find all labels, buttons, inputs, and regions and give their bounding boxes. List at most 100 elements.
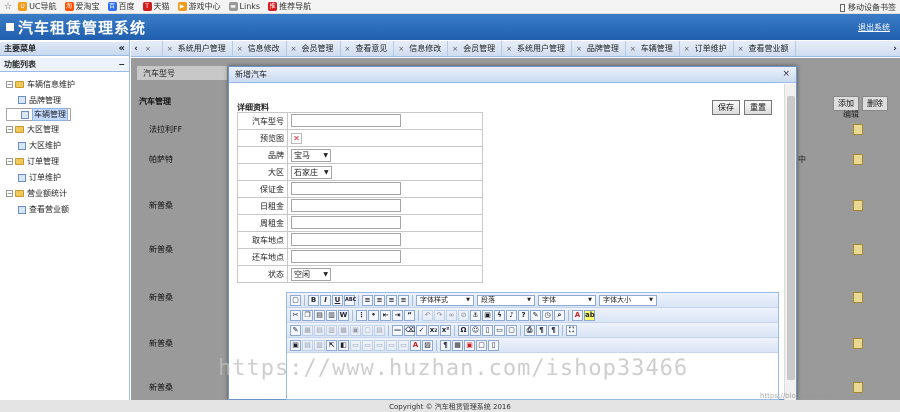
ltr-icon[interactable]: ¶ (536, 324, 547, 336)
table-split-icon[interactable]: ▢ (362, 324, 373, 336)
minus-icon[interactable]: − (6, 158, 13, 165)
style-props-icon[interactable]: ▭ (350, 339, 361, 351)
new-doc-icon[interactable]: ▯ (488, 339, 499, 351)
cut-icon[interactable]: ✂ (290, 309, 301, 321)
flash-icon[interactable]: ϟ (494, 309, 505, 321)
tab-system-user-2[interactable]: × 系统用户管理 (502, 41, 572, 56)
paragraph-dropdown[interactable]: 段落 ▼ (477, 294, 535, 306)
model-input[interactable] (291, 113, 401, 127)
tab-scroll-right-icon[interactable]: › (890, 41, 900, 56)
abs-icon[interactable]: ⇱ (326, 339, 337, 351)
tree-node-region[interactable]: − 大区管理 (6, 122, 129, 138)
text-color-icon[interactable]: A (572, 309, 583, 321)
tab-system-user[interactable]: × 系统用户管理 (163, 41, 233, 56)
attributes-icon[interactable]: ▨ (422, 339, 433, 351)
table-col-icon[interactable]: ▥ (326, 324, 337, 336)
brand-select[interactable]: 宝马 ▼ (291, 148, 331, 162)
tab-member[interactable]: × 会员管理 (287, 41, 341, 56)
close-icon[interactable]: × (506, 45, 512, 53)
media-icon[interactable]: ♪ (506, 309, 517, 321)
align-left-icon[interactable]: ≡ (362, 294, 373, 306)
close-icon[interactable]: × (291, 45, 297, 53)
tab-scroll-left-icon[interactable]: ‹ (131, 41, 141, 56)
close-icon[interactable]: × (345, 45, 351, 53)
edit-icon[interactable] (853, 338, 863, 349)
blockquote-icon[interactable]: “ (404, 309, 415, 321)
visual-aid-icon[interactable]: ◧ (338, 339, 349, 351)
bookmark-tmall[interactable]: T 天猫 (142, 1, 170, 12)
table-row-icon[interactable]: ▤ (314, 324, 325, 336)
align-center-icon[interactable]: ≡ (374, 294, 385, 306)
pre-icon[interactable]: ▭ (494, 324, 505, 336)
tree-leaf-region-maintain[interactable]: 大区维护 (6, 138, 129, 154)
reset-button[interactable]: 重置 (744, 100, 772, 115)
tree-leaf-order-maintain[interactable]: 订单维护 (6, 170, 129, 186)
close-icon[interactable]: × (576, 45, 582, 53)
emoticon-icon[interactable]: ☺ (470, 324, 481, 336)
superscript-icon[interactable]: x² (440, 324, 451, 336)
dialog-scrollbar[interactable] (784, 84, 796, 401)
tree-leaf-vehicle[interactable]: 车辆管理 (6, 108, 71, 121)
close-icon[interactable]: × (684, 45, 690, 53)
edit-icon[interactable] (853, 154, 863, 165)
select-all-icon[interactable]: ▣ (290, 339, 301, 351)
tab-brand[interactable]: × 品牌管理 (572, 41, 626, 56)
close-icon[interactable]: × (452, 45, 458, 53)
edit-icon[interactable]: ✎ (290, 324, 301, 336)
close-icon[interactable]: × (167, 45, 173, 53)
redo-icon[interactable]: ↷ (434, 309, 445, 321)
font-color-icon[interactable]: A (410, 339, 421, 351)
cite-icon[interactable]: ▭ (362, 339, 373, 351)
table-delete-icon[interactable]: ▤ (374, 324, 385, 336)
preview-icon[interactable]: ▣ (464, 339, 475, 351)
tree-node-orders[interactable]: − 订单管理 (6, 154, 129, 170)
edit-icon[interactable] (853, 382, 863, 393)
position-icon[interactable]: ▥ (314, 339, 325, 351)
link-icon[interactable]: ∞ (446, 309, 457, 321)
edit-icon[interactable] (853, 200, 863, 211)
rtl-icon[interactable]: ¶ (548, 324, 559, 336)
weekly-rent-input[interactable] (291, 215, 401, 229)
mobile-bookmarks[interactable]: 移动设备书签 (840, 2, 896, 13)
paragraph-mark-icon[interactable]: ¶ (440, 339, 451, 351)
deposit-input[interactable] (291, 181, 401, 195)
align-right-icon[interactable]: ≡ (386, 294, 397, 306)
tab-info-edit-2[interactable]: × 信息修改 (394, 41, 449, 56)
delete-button[interactable]: 删除 (862, 96, 888, 111)
indent-icon[interactable]: ⇥ (392, 309, 403, 321)
minus-icon[interactable]: − (6, 126, 13, 133)
unlink-icon[interactable]: ⊘ (458, 309, 469, 321)
underline-icon[interactable]: U (332, 294, 343, 306)
highlight-color-icon[interactable]: ab (584, 309, 595, 321)
acronym-icon[interactable]: ▭ (386, 339, 397, 351)
tab-vehicle[interactable]: × 车辆管理 (626, 41, 680, 56)
html-icon[interactable]: ✎ (530, 309, 541, 321)
tab-order[interactable]: × 订单维护 (680, 41, 734, 56)
tab-feedback[interactable]: × 查看意见 (341, 41, 395, 56)
layer-icon[interactable]: ▤ (302, 339, 313, 351)
close-icon[interactable]: × (738, 45, 744, 53)
logout-link[interactable]: 退出系统 (858, 22, 890, 33)
close-icon[interactable]: × (145, 45, 151, 53)
time-icon[interactable]: ◷ (542, 309, 553, 321)
image-icon[interactable]: ▣ (482, 309, 493, 321)
bookmark-taobao[interactable]: 淘爱淘宝 (64, 1, 100, 12)
bookmark-links[interactable]: ▬ Links (228, 2, 260, 11)
tree-leaf-view-revenue[interactable]: 查看营业额 (6, 202, 129, 218)
bookmark-uc[interactable]: U UC导航 (18, 1, 57, 12)
tab-close-partial[interactable]: × (141, 41, 163, 56)
blank-icon[interactable]: ▢ (476, 339, 487, 351)
bookmark-game[interactable]: ▶ 游戏中心 (177, 1, 221, 12)
minus-icon[interactable]: − (6, 80, 13, 88)
function-list-toggle[interactable]: − (118, 60, 125, 69)
page-break-icon[interactable]: ▯ (482, 324, 493, 336)
close-icon[interactable]: × (237, 45, 243, 53)
tab-info-edit[interactable]: × 信息修改 (233, 41, 287, 56)
minus-icon[interactable]: − (6, 190, 13, 197)
tab-member-2[interactable]: × 会员管理 (448, 41, 503, 56)
outdent-icon[interactable]: ⇤ (380, 309, 391, 321)
ordered-list-icon[interactable]: ⋮ (356, 309, 367, 321)
pickup-input[interactable] (291, 232, 401, 246)
bold-icon[interactable]: B (308, 294, 319, 306)
strikethrough-icon[interactable]: ABC (344, 294, 356, 306)
